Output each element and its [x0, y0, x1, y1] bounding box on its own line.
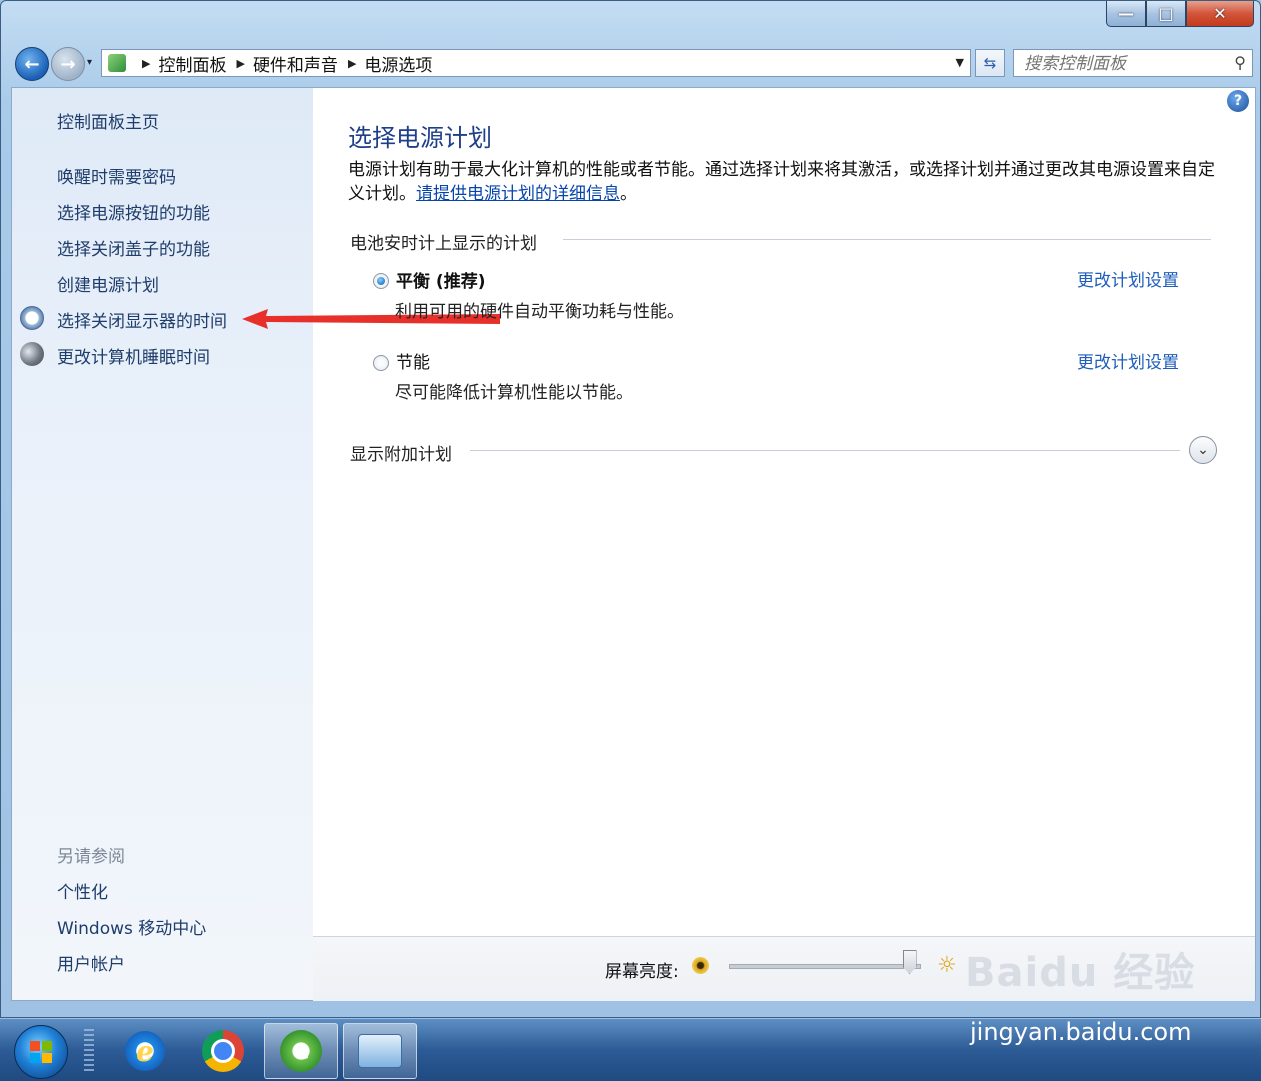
breadcrumb-label: 电源选项	[364, 55, 433, 76]
section-divider	[563, 239, 1211, 240]
taskbar-browser[interactable]: e	[264, 1023, 338, 1079]
plan-balanced-radio[interactable]	[373, 273, 389, 289]
section-additional-plans[interactable]: 显示附加计划	[350, 440, 452, 465]
page-title: 选择电源计划	[348, 124, 492, 152]
plan-details-link[interactable]: 请提供电源计划的详细信息	[416, 184, 620, 204]
control-panel-icon	[108, 54, 126, 72]
plan-balanced-name[interactable]: 平衡 (推荐)	[396, 267, 485, 292]
see-also-mobility-center[interactable]: Windows 移动中心	[57, 914, 206, 939]
maximize-icon: □	[1158, 4, 1174, 23]
sidebar: 控制面板主页 唤醒时需要密码 选择电源按钮的功能 选择关闭盖子的功能 创建电源计…	[12, 88, 313, 1000]
address-bar[interactable]: ▶ 控制面板 ▶ 硬件和声音 ▶ 电源选项 ▼	[101, 49, 971, 77]
recent-pages-dropdown[interactable]: ▾	[87, 57, 92, 68]
sidebar-item-home[interactable]: 控制面板主页	[57, 108, 159, 133]
breadcrumb-label: 硬件和声音	[252, 55, 338, 76]
close-button[interactable]: ✕	[1186, 1, 1254, 27]
back-icon: ←	[24, 53, 40, 75]
breadcrumb-separator-icon: ▶	[347, 56, 357, 70]
brightness-slider-thumb[interactable]	[902, 950, 917, 974]
see-also-user-accounts[interactable]: 用户帐户	[57, 950, 125, 975]
plan-power-saver-change-settings-link[interactable]: 更改计划设置	[1077, 348, 1179, 373]
window-caption-buttons: — □ ✕	[1106, 1, 1254, 27]
main-panel: ? 选择电源计划 电源计划有助于最大化计算机的性能或者节能。通过选择计划来将其激…	[313, 88, 1255, 1001]
plan-power-saver-desc: 尽可能降低计算机性能以节能。	[395, 383, 633, 403]
refresh-icon: ⇆	[983, 54, 997, 72]
brightness-slider[interactable]	[729, 964, 921, 969]
watermark-logo: Baidu 经验	[965, 950, 1196, 996]
watermark-url: jingyan.baidu.com	[970, 1018, 1192, 1046]
chrome-icon	[202, 1030, 244, 1072]
content-area: 控制面板主页 唤醒时需要密码 选择电源按钮的功能 选择关闭盖子的功能 创建电源计…	[11, 87, 1256, 1001]
maximize-button[interactable]: □	[1146, 1, 1186, 27]
moon-icon	[20, 342, 44, 366]
page-description: 电源计划有助于最大化计算机的性能或者节能。通过选择计划来将其激活，或选择计划并通…	[348, 158, 1228, 206]
section-battery-meter-plans: 电池安时计上显示的计划	[350, 234, 537, 254]
sidebar-item-create-plan[interactable]: 创建电源计划	[57, 271, 159, 296]
expand-chevron-icon: ⌄	[1197, 442, 1209, 458]
sidebar-item-display-off[interactable]: 选择关闭显示器的时间	[57, 307, 227, 332]
sidebar-item-wake-password[interactable]: 唤醒时需要密码	[57, 163, 176, 188]
taskbar-chrome[interactable]	[186, 1023, 260, 1079]
breadcrumb-separator-icon: ▶	[236, 56, 245, 70]
taskbar-control-panel[interactable]	[343, 1023, 417, 1079]
close-icon: ✕	[1213, 4, 1227, 23]
forward-button[interactable]: →	[51, 47, 85, 81]
brightness-label: 屏幕亮度:	[605, 962, 679, 982]
breadcrumb-item[interactable]: ▶ 控制面板	[132, 51, 226, 76]
back-button[interactable]: ←	[15, 47, 49, 81]
dim-sun-icon	[692, 957, 709, 974]
minimize-icon: —	[1118, 4, 1134, 23]
plan-power-saver-name[interactable]: 节能	[396, 348, 430, 373]
refresh-button[interactable]: ⇆	[975, 49, 1005, 77]
windows-logo-icon	[30, 1041, 52, 1063]
search-input[interactable]	[1022, 51, 1226, 77]
sidebar-item-sleep-time[interactable]: 更改计算机睡眠时间	[57, 343, 210, 368]
navigation-bar: ← → ▾ ▶ 控制面板 ▶ 硬件和声音 ▶ 电源选项 ▼ ⇆ ⚲	[11, 45, 1256, 83]
minimize-button[interactable]: —	[1106, 1, 1146, 27]
sidebar-item-power-button[interactable]: 选择电源按钮的功能	[57, 199, 210, 224]
baidu-jingyan-watermark: Baidu 经验 jingyan.baidu.com	[965, 940, 1196, 1046]
plan-power-saver-radio[interactable]	[373, 355, 389, 371]
see-also-heading: 另请参阅	[57, 847, 125, 867]
control-panel-window: — □ ✕ ← → ▾ ▶ 控制面板 ▶ 硬件和声音 ▶ 电源选项 ▼ ⇆ ⚲ 控制面…	[0, 0, 1261, 1018]
help-button[interactable]: ?	[1227, 90, 1249, 112]
address-dropdown-icon[interactable]: ▼	[956, 56, 964, 69]
taskbar-ie[interactable]: e	[108, 1023, 182, 1079]
browser-icon: e	[280, 1030, 322, 1072]
breadcrumb-item[interactable]: ▶ 电源选项	[338, 51, 432, 76]
taskbar-grip[interactable]	[84, 1029, 94, 1073]
plan-balanced-desc: 利用可用的硬件自动平衡功耗与性能。	[395, 302, 684, 322]
forward-icon: →	[60, 53, 76, 75]
see-also-personalization[interactable]: 个性化	[57, 878, 108, 903]
control-panel-taskbar-icon	[358, 1034, 402, 1068]
search-box: ⚲	[1013, 49, 1253, 77]
description-end: 。	[620, 184, 637, 204]
breadcrumb-item[interactable]: ▶ 硬件和声音	[226, 51, 337, 76]
sidebar-item-lid-close[interactable]: 选择关闭盖子的功能	[57, 235, 210, 260]
plan-balanced-change-settings-link[interactable]: 更改计划设置	[1077, 266, 1179, 291]
internet-explorer-icon: e	[125, 1031, 165, 1071]
search-icon[interactable]: ⚲	[1234, 53, 1246, 72]
help-icon: ?	[1233, 93, 1243, 109]
expand-additional-plans-button[interactable]: ⌄	[1189, 436, 1217, 464]
section-divider	[470, 450, 1180, 451]
breadcrumb-separator-icon: ▶	[142, 56, 151, 70]
clock-icon	[20, 306, 44, 330]
start-button[interactable]	[14, 1025, 68, 1079]
breadcrumb-label: 控制面板	[158, 55, 227, 76]
bright-sun-icon: ☼	[937, 953, 957, 978]
